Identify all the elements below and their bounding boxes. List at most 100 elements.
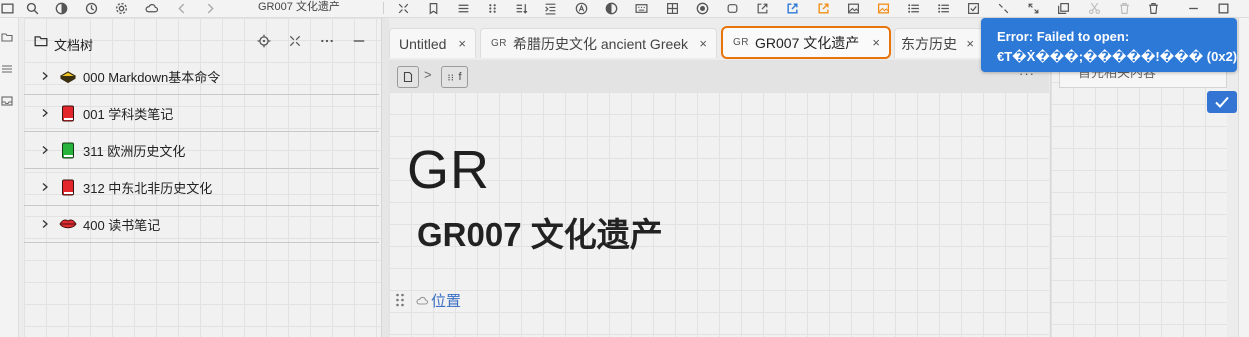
export-blue-icon[interactable]: [784, 0, 800, 16]
tab-close-icon[interactable]: ×: [699, 36, 707, 51]
trash-icon[interactable]: [1116, 0, 1132, 16]
tab-ancient-greek[interactable]: GR 希腊历史文化 ancient Greek ×: [480, 28, 717, 58]
drag-icon[interactable]: [484, 0, 500, 16]
gear-icon[interactable]: [113, 0, 129, 16]
tab-close-icon[interactable]: ×: [966, 36, 974, 51]
error-toast[interactable]: Error: Failed to open: €T�Ẋ���;�����!���…: [981, 18, 1237, 72]
arrow-left-icon[interactable]: [174, 0, 188, 16]
indent-icon[interactable]: [542, 0, 558, 16]
block-drag-handle-icon[interactable]: [395, 292, 405, 308]
frame-icon[interactable]: [664, 0, 680, 16]
contrast-icon[interactable]: [53, 0, 69, 16]
tab-label: 东方历史: [901, 35, 957, 52]
breadcrumb-separator: >: [424, 67, 432, 82]
image-orange-icon[interactable]: [875, 0, 891, 16]
tree-item-label: 000 Markdown基本命令: [83, 69, 221, 85]
record-icon[interactable]: [694, 0, 710, 16]
more-icon[interactable]: [318, 32, 336, 50]
refresh-icon[interactable]: [724, 0, 740, 16]
toast-message: Error: Failed to open:: [997, 29, 1130, 44]
chevron-right-icon[interactable]: [40, 218, 52, 230]
tree-item[interactable]: 312 中东北非历史文化: [24, 169, 379, 206]
bookmark-icon[interactable]: [425, 0, 441, 16]
breadcrumb: > f ···: [389, 60, 1049, 92]
chevron-right-icon[interactable]: [40, 107, 52, 119]
tab-doc-icon: GR: [733, 37, 749, 48]
expand-icon[interactable]: [1025, 0, 1041, 16]
keyboard-icon[interactable]: [633, 0, 649, 16]
history-icon[interactable]: [83, 0, 99, 16]
lips-icon: [59, 215, 77, 233]
left-dock-strip: [0, 18, 19, 337]
tab-close-icon[interactable]: ×: [458, 36, 466, 51]
arrow-right-icon[interactable]: [203, 0, 217, 16]
tab-untitled[interactable]: Untitled ×: [389, 28, 476, 58]
cloud-icon[interactable]: [143, 0, 159, 16]
chevron-right-icon[interactable]: [40, 70, 52, 82]
window-title: GR007 文化遗产: [258, 1, 340, 13]
tab-label: Untitled: [399, 35, 447, 52]
right-panel: 首先相关内容: [1050, 60, 1227, 337]
tab-label: 希腊历史文化 ancient Greek: [513, 35, 689, 52]
tab-gr007[interactable]: GR GR007 文化遗产 ×: [721, 26, 891, 59]
right-dock-strip: [1238, 18, 1249, 337]
checkbox-icon[interactable]: [965, 0, 981, 16]
toast-detail: €T�Ẋ���;�����!��� (0x2): [997, 49, 1238, 64]
tree-item[interactable]: 001 学科类笔记: [24, 95, 379, 132]
confirm-check-button[interactable]: [1207, 91, 1237, 113]
top-toolbar: GR007 文化遗产: [0, 0, 1249, 18]
yellow-notebook-icon: [59, 67, 77, 85]
maximize-icon[interactable]: [1216, 0, 1230, 16]
tree-item[interactable]: 400 读书笔记: [24, 206, 379, 243]
locate-icon[interactable]: [255, 32, 273, 50]
red-book-icon: [59, 104, 77, 122]
scissors-icon[interactable]: [1086, 0, 1102, 16]
shrink-icon[interactable]: [995, 0, 1011, 16]
panel-resize-handle[interactable]: [381, 18, 389, 337]
list-icon[interactable]: [905, 0, 921, 16]
half-circle-icon[interactable]: [603, 0, 619, 16]
minimize-panel-icon[interactable]: [350, 32, 368, 50]
tree-item[interactable]: 000 Markdown基本命令: [24, 58, 379, 95]
breadcrumb-item[interactable]: f: [441, 66, 468, 88]
square-icon[interactable]: [0, 0, 14, 16]
document-icon[interactable]: [397, 66, 419, 88]
minimize-icon[interactable]: [1186, 0, 1200, 16]
list-2-icon[interactable]: [935, 0, 951, 16]
location-link[interactable]: 位置: [431, 290, 461, 311]
collapse-all-icon[interactable]: [286, 32, 304, 50]
external-link-icon[interactable]: [754, 0, 770, 16]
tab-eastern-history[interactable]: 东方历史 ×: [894, 28, 984, 58]
file-tree-panel: 文档树 000 Markdown基本命令 001 学科类笔记 311 欧洲历史文…: [24, 18, 381, 337]
chevron-right-icon[interactable]: [40, 181, 52, 193]
outline-dock-icon[interactable]: [0, 62, 14, 76]
cloud-link-icon: [416, 295, 428, 307]
tab-close-icon[interactable]: ×: [872, 35, 880, 50]
export-orange-icon[interactable]: [815, 0, 831, 16]
breadcrumb-label: f: [458, 71, 462, 83]
align-icon[interactable]: [455, 0, 471, 16]
chevron-right-icon[interactable]: [40, 144, 52, 156]
folder-icon: [32, 32, 50, 50]
check-icon: [1215, 96, 1229, 108]
image-icon[interactable]: [845, 0, 861, 16]
document-title[interactable]: GR007 文化遗产: [417, 215, 663, 255]
tree-item-label: 312 中东北非历史文化: [83, 180, 213, 196]
collapse-icon[interactable]: [395, 0, 411, 16]
tree-item-label: 311 欧洲历史文化: [83, 143, 186, 159]
toolbar-divider: [383, 2, 384, 14]
drag-handle-icon: [448, 74, 454, 80]
trash-icon[interactable]: [1145, 0, 1161, 16]
copy-icon[interactable]: [1055, 0, 1071, 16]
file-tree-title: 文档树: [54, 38, 94, 53]
tab-label: GR007 文化遗产: [755, 34, 860, 51]
green-book-icon: [59, 141, 77, 159]
sort-icon[interactable]: [513, 0, 529, 16]
document-heading[interactable]: GR: [407, 140, 490, 200]
text-a-icon[interactable]: [573, 0, 589, 16]
file-tree-dock-icon[interactable]: [0, 30, 14, 44]
inbox-dock-icon[interactable]: [0, 94, 14, 108]
tree-item[interactable]: 311 欧洲历史文化: [24, 132, 379, 169]
editor-area[interactable]: GR GR007 文化遗产 位置: [389, 92, 1049, 337]
search-icon[interactable]: [24, 0, 40, 16]
